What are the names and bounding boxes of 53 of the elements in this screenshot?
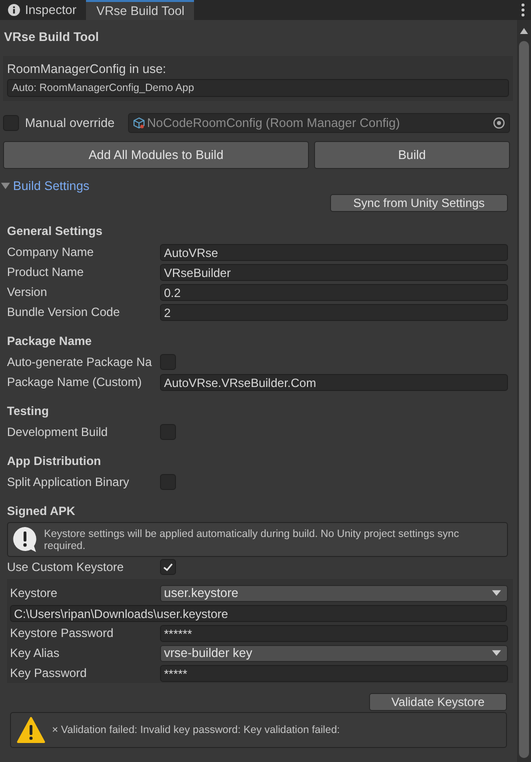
scroll-up-icon[interactable] [520, 28, 528, 34]
panel-tab[interactable]: Inspector [0, 0, 86, 20]
validate-button[interactable]: Validate Keystore [369, 693, 507, 711]
config-field: Auto: RoomManagerConfig_Demo App [7, 79, 509, 97]
field-label: Bundle Version Code [7, 305, 121, 319]
warning-icon [17, 717, 45, 743]
field-label: Package Name (Custom) [7, 375, 143, 389]
sync-button[interactable]: Sync from Unity Settings [330, 194, 508, 212]
tool-title: VRse Build Tool [3, 29, 100, 46]
field-label: Version [7, 285, 48, 299]
manual-override-label: Manual override [25, 116, 116, 130]
text-field[interactable]: 0.2 [160, 284, 508, 300]
warning-message: × Validation failed: Invalid key password: Key validation failed: [52, 724, 340, 736]
section-heading: Package Name [7, 334, 93, 350]
field-label: Company Name [7, 245, 95, 259]
field-label: Use Custom Keystore [7, 560, 125, 574]
password-field[interactable]: ***** [160, 664, 508, 682]
scrollbar-thumb[interactable] [519, 41, 529, 758]
field-label: Keystore [10, 586, 58, 600]
field-label: Key Alias [10, 646, 60, 660]
checkbox[interactable] [160, 559, 176, 575]
build-settings-foldout[interactable]: Build Settings [3, 177, 90, 194]
dropdown[interactable]: vrse-builder key [160, 644, 508, 662]
panel-tab[interactable]: VRse Build Tool [86, 0, 194, 20]
info-icon [8, 4, 20, 16]
password-field[interactable]: ****** [160, 624, 508, 642]
field-label: Auto-generate Package Na [7, 355, 153, 369]
text-field[interactable]: AutoVRse.VRseBuilder.Com [160, 374, 508, 390]
field-label: Key Password [10, 666, 88, 680]
more-options-icon[interactable] [521, 3, 525, 17]
checkmark-icon [162, 561, 174, 573]
section-heading: Signed APK [7, 504, 76, 520]
action-button[interactable]: Build [314, 141, 510, 169]
field-label: Keystore Password [10, 626, 114, 640]
config-label: RoomManagerConfig in use: [7, 62, 168, 76]
text-field[interactable]: 2 [160, 304, 508, 320]
dropdown[interactable]: user.keystore [160, 584, 508, 602]
caret-icon [492, 650, 501, 656]
info-bubble-icon [12, 526, 38, 553]
text-field[interactable]: VRseBuilder [160, 264, 508, 280]
field-label: Split Application Binary [7, 475, 130, 489]
triangle-icon [1, 181, 10, 190]
info-message: Keystore settings will be applied automatically during build. No Unity project settings sync required. [44, 528, 460, 552]
section-heading: General Settings [7, 224, 104, 240]
field-label: Product Name [7, 265, 85, 279]
cube-icon [133, 117, 145, 129]
section-heading: Testing [7, 404, 50, 420]
text-field[interactable]: AutoVRse [160, 244, 508, 260]
path-field[interactable]: C:\Users\ripan\Downloads\user.keystore [10, 604, 507, 622]
section-heading: App Distribution [7, 454, 102, 470]
action-button[interactable]: Add All Modules to Build [3, 141, 309, 169]
field-label: Development Build [7, 425, 109, 439]
caret-icon [492, 590, 501, 596]
